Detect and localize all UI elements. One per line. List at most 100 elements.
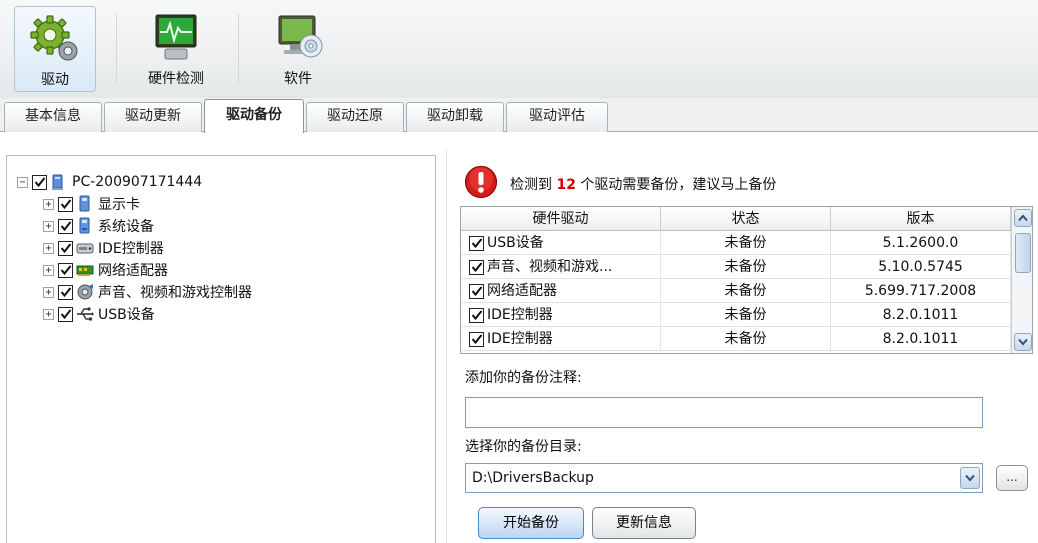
panel-divider (446, 150, 447, 543)
tab-driver-restore[interactable]: 驱动还原 (306, 102, 404, 132)
collapse-icon[interactable]: − (17, 176, 28, 188)
table-row[interactable]: 网络适配器 未备份 5.699.717.2008 (461, 279, 1011, 303)
checkbox[interactable] (469, 307, 484, 323)
check-icon (60, 287, 71, 298)
tree-node-label: 声音、视频和游戏控制器 (98, 285, 252, 301)
checkbox[interactable] (58, 284, 73, 300)
checkbox[interactable] (58, 240, 73, 256)
backup-dir-value: D:\DriversBackup (472, 470, 594, 486)
cell-version: 5.10.0.5745 (831, 255, 1011, 279)
tab-driver-evaluate[interactable]: 驱动评估 (506, 102, 608, 132)
checkbox[interactable] (58, 306, 73, 322)
table-row[interactable]: IDE控制器 未备份 8.2.0.1011 (461, 327, 1011, 351)
checkbox[interactable] (469, 331, 484, 347)
driver-grid: 硬件驱动 状态 版本 USB设备 未备份 5.1.2600.0 声音、视频和游戏… (460, 206, 1033, 354)
toolbar-separator (116, 14, 117, 84)
dropdown-button[interactable] (960, 467, 980, 489)
browse-button[interactable]: ... (996, 465, 1028, 491)
grid-header: 硬件驱动 状态 版本 (461, 207, 1011, 231)
checkbox[interactable] (32, 174, 47, 190)
table-row[interactable]: USB设备 未备份 5.1.2600.0 (461, 231, 1011, 255)
row-name-text: 声音、视频和游戏... (487, 259, 613, 275)
tree-node-system-device[interactable]: + 系统设备 (43, 215, 154, 237)
row-name-text: IDE控制器 (487, 307, 553, 323)
toolbar-button-label: 软件 (284, 71, 312, 87)
expand-icon[interactable]: + (43, 220, 54, 232)
main-toolbar: 驱动 硬件检测 软件 (0, 0, 1038, 98)
tab-driver-update[interactable]: 驱动更新 (104, 102, 202, 132)
column-header-version[interactable]: 版本 (831, 207, 1011, 231)
column-header-status[interactable]: 状态 (661, 207, 831, 231)
expand-icon[interactable]: + (43, 198, 54, 210)
expand-icon[interactable]: + (43, 286, 54, 298)
toolbar-button-software[interactable]: 软件 (250, 6, 346, 92)
backup-note-input[interactable] (465, 397, 983, 428)
toolbar-button-driver[interactable]: 驱动 (14, 6, 96, 92)
check-icon (60, 309, 71, 320)
tree-node-display-adapter[interactable]: + 显示卡 (43, 193, 140, 215)
checkbox[interactable] (58, 262, 73, 278)
cell-name: IDE控制器 (461, 303, 661, 327)
tree-node-sound-controller[interactable]: + 声音、视频和游戏控制器 (43, 281, 252, 303)
scroll-thumb[interactable] (1015, 233, 1031, 273)
tab-basic-info[interactable]: 基本信息 (4, 102, 102, 132)
tab-driver-backup[interactable]: 驱动备份 (204, 99, 304, 133)
chevron-down-icon (1018, 338, 1028, 346)
cell-status: 未备份 (661, 231, 831, 255)
tree-node-label: 显示卡 (98, 197, 140, 213)
check-icon (60, 243, 71, 254)
scroll-down-button[interactable] (1014, 333, 1032, 351)
cell-status: 未备份 (661, 303, 831, 327)
tree-node-label: IDE控制器 (98, 241, 164, 257)
monitor-pulse-icon (155, 14, 197, 60)
check-icon (471, 262, 482, 273)
exclamation-icon (464, 165, 498, 199)
tree-root[interactable]: − PC-200907171444 (17, 171, 202, 193)
start-backup-button[interactable]: 开始备份 (478, 507, 584, 539)
tree-root-label: PC-200907171444 (72, 174, 203, 190)
scroll-up-button[interactable] (1014, 209, 1032, 227)
cell-status: 未备份 (661, 255, 831, 279)
checkbox[interactable] (469, 235, 484, 251)
tab-driver-uninstall[interactable]: 驱动卸载 (406, 102, 504, 132)
network-adapter-icon (76, 265, 94, 276)
expand-icon[interactable]: + (43, 242, 54, 254)
tree-node-label: USB设备 (98, 307, 155, 323)
expand-icon[interactable]: + (43, 264, 54, 276)
checkbox[interactable] (469, 283, 484, 299)
computer-icon (52, 174, 63, 190)
cell-version: 8.2.0.1011 (831, 327, 1011, 351)
table-row[interactable]: 声音、视频和游戏... 未备份 5.10.0.5745 (461, 255, 1011, 279)
gears-icon (30, 15, 78, 61)
grid-scrollbar[interactable] (1011, 207, 1032, 353)
checkbox[interactable] (58, 196, 73, 212)
table-row[interactable]: IDE控制器 未备份 8.2.0.1011 (461, 303, 1011, 327)
check-icon (471, 334, 482, 345)
toolbar-separator (238, 14, 239, 84)
monitor-disc-icon (278, 15, 323, 58)
check-icon (34, 177, 45, 188)
checkbox[interactable] (58, 218, 73, 234)
row-name-text: 网络适配器 (487, 283, 557, 299)
update-info-button[interactable]: 更新信息 (592, 507, 696, 539)
check-icon (471, 310, 482, 321)
device-tree: − PC-200907171444 + 显示卡 + 系统设备 + IDE控制器 … (6, 155, 436, 543)
cell-name: 网络适配器 (461, 279, 661, 303)
expand-icon[interactable]: + (43, 308, 54, 320)
check-icon (471, 286, 482, 297)
chevron-up-icon (1018, 214, 1028, 222)
cell-status: 未备份 (661, 327, 831, 351)
toolbar-button-hardware-check[interactable]: 硬件检测 (128, 6, 224, 92)
backup-dir-select[interactable]: D:\DriversBackup (465, 463, 983, 493)
checkbox[interactable] (469, 259, 484, 275)
tree-node-label: 系统设备 (98, 219, 154, 235)
alert-count: 12 (556, 177, 576, 193)
tree-node-usb-device[interactable]: + USB设备 (43, 303, 155, 325)
row-name-text: IDE控制器 (487, 331, 553, 347)
check-icon (471, 238, 482, 249)
column-header-hardware-driver[interactable]: 硬件驱动 (461, 207, 661, 231)
alert-suffix: 个驱动需要备份，建议马上备份 (575, 177, 777, 193)
cell-name: USB设备 (461, 231, 661, 255)
tree-node-ide-controller[interactable]: + IDE控制器 (43, 237, 164, 259)
tree-node-network-adapter[interactable]: + 网络适配器 (43, 259, 168, 281)
